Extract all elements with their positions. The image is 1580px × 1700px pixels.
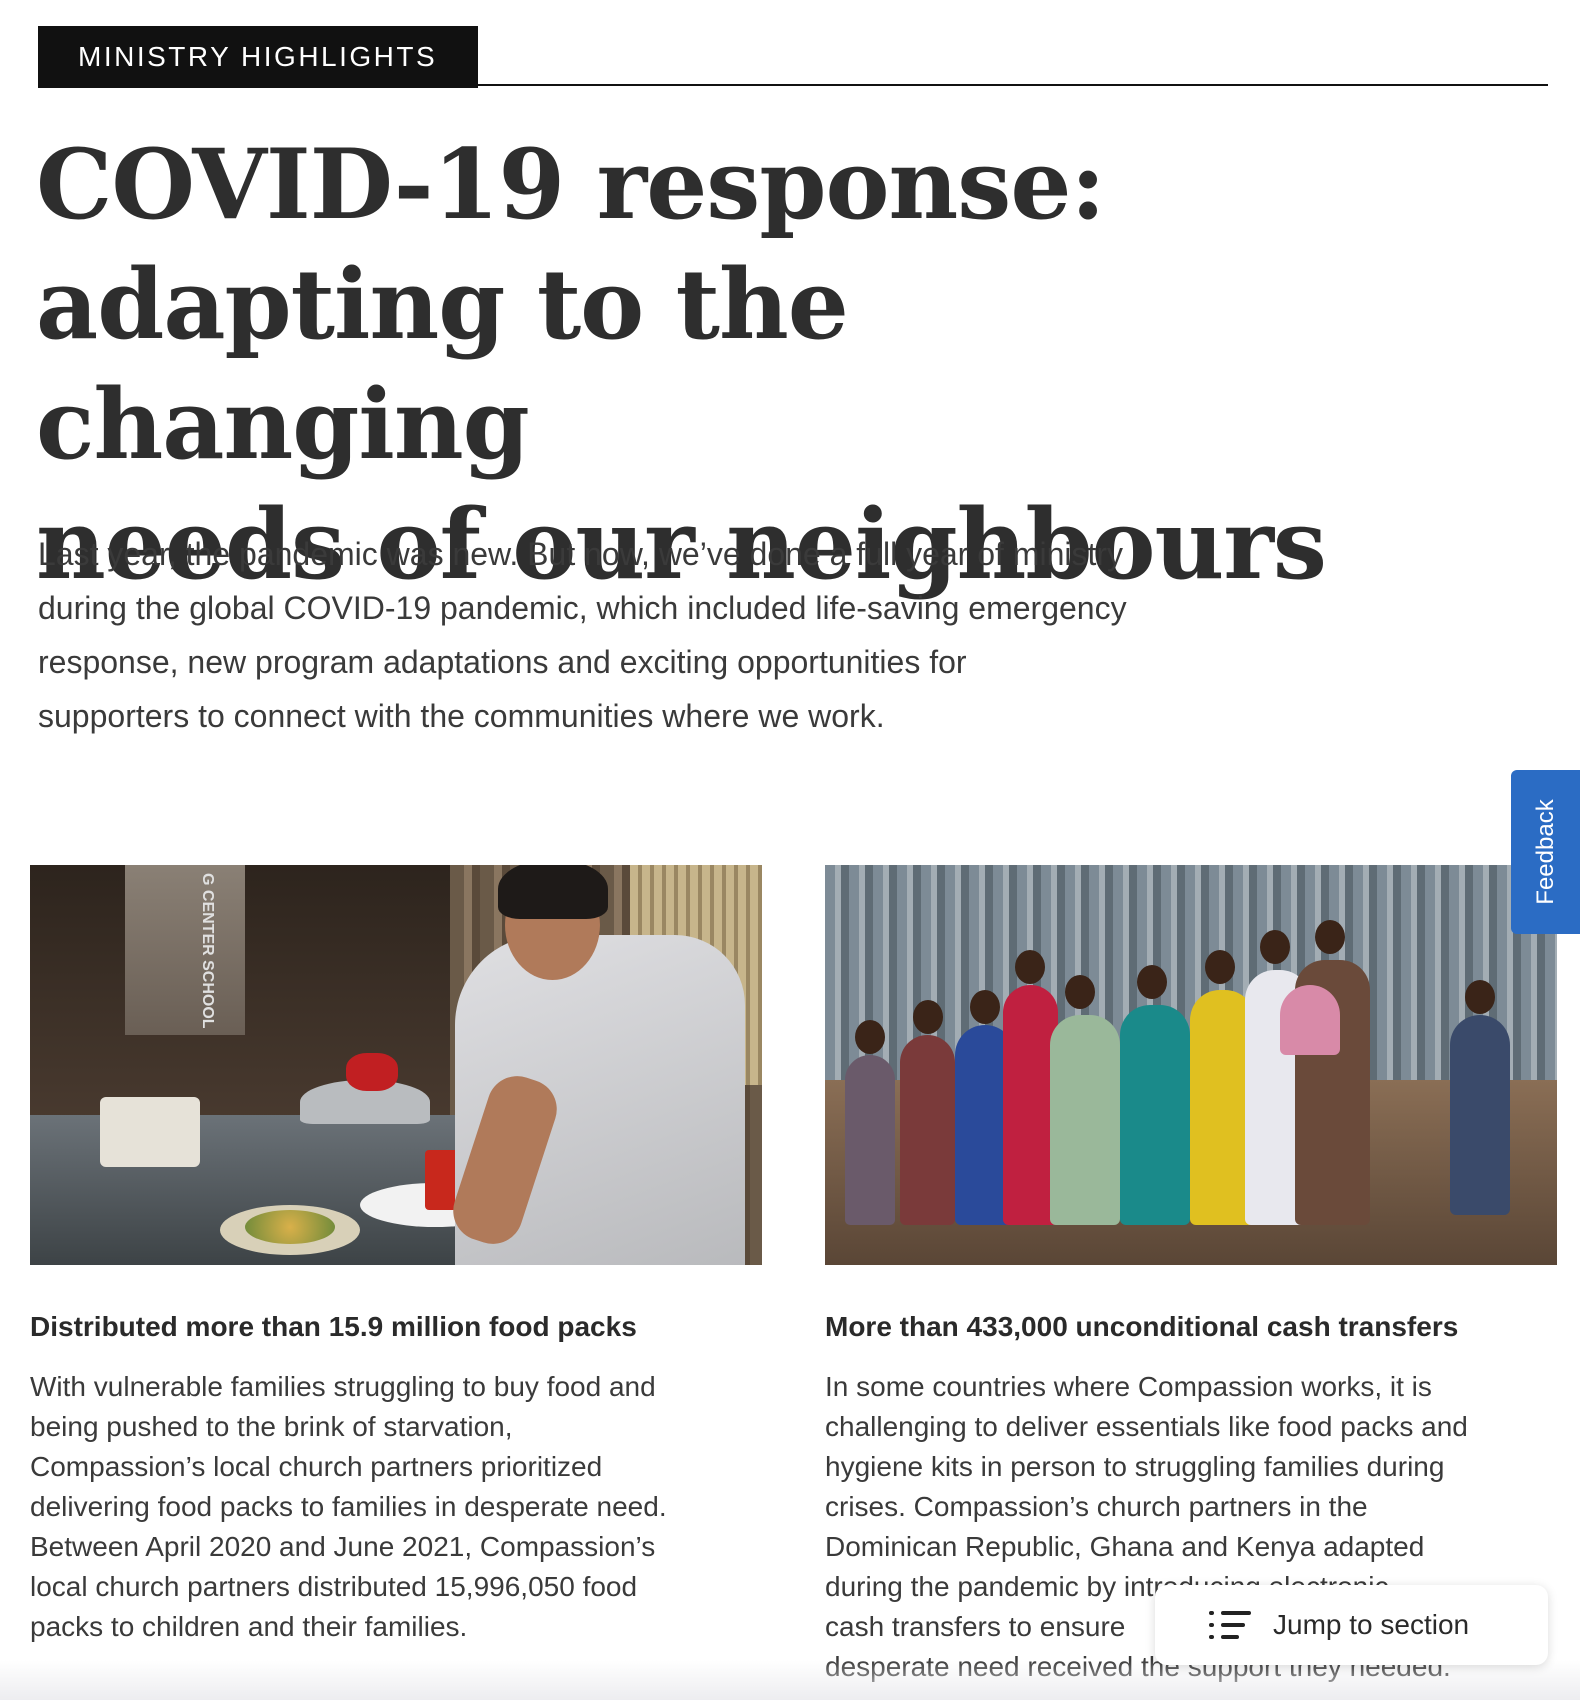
divider	[478, 84, 1548, 86]
card-heading: Distributed more than 15.9 million food …	[30, 1311, 637, 1342]
card-body: With vulnerable families struggling to b…	[30, 1367, 762, 1647]
intro-line: during the global COVID-19 pandemic, whi…	[38, 590, 1127, 626]
intro-line: response, new program adaptations and ex…	[38, 644, 967, 680]
section-label: MINISTRY HIGHLIGHTS	[38, 26, 478, 88]
card-body-line: Dominican Republic, Ghana and Kenya adap…	[825, 1531, 1425, 1562]
feedback-tab[interactable]: Feedback	[1511, 770, 1580, 934]
jump-to-section-label: Jump to section	[1273, 1609, 1470, 1640]
photo-sign-text: G CENTER SCHOOL	[199, 873, 216, 1029]
list-icon	[1209, 1609, 1251, 1641]
card-body-line: crises. Compassion’s church partners in …	[825, 1491, 1368, 1522]
section-label-row: MINISTRY HIGHLIGHTS	[38, 26, 1548, 88]
feedback-label: Feedback	[1531, 799, 1559, 905]
card-body-line: With vulnerable families struggling to b…	[30, 1371, 656, 1402]
intro-paragraph: Last year, the pandemic was new. But now…	[38, 527, 1338, 743]
intro-line: supporters to connect with the communiti…	[38, 698, 885, 734]
card-body-line: hygiene kits in person to struggling fam…	[825, 1451, 1445, 1482]
card-body-line: local church partners distributed 15,996…	[30, 1571, 638, 1602]
card-body-line: packs to children and their families.	[30, 1611, 468, 1642]
card-body-line: Between April 2020 and June 2021, Compas…	[30, 1531, 656, 1562]
card-body-line: delivering food packs to families in des…	[30, 1491, 667, 1522]
photo-group-of-children	[825, 865, 1557, 1265]
photo-woman-cooking: G CENTER SCHOOL	[30, 865, 762, 1265]
highlight-card-food-packs: G CENTER SCHOOL Distributed more than 15…	[30, 865, 762, 1647]
highlight-card-cash-transfers: More than 433,000 unconditional cash tra…	[825, 865, 1557, 1687]
intro-line: Last year, the pandemic was new. But now…	[38, 536, 1124, 572]
card-body-line: being pushed to the brink of starvation,	[30, 1411, 513, 1442]
jump-to-section-button[interactable]: Jump to section	[1155, 1585, 1548, 1665]
title-line: adapting to the changing	[36, 248, 849, 481]
title-line: COVID-19 response:	[36, 128, 1106, 241]
card-body-line: In some countries where Compassion works…	[825, 1371, 1432, 1402]
card-heading: More than 433,000 unconditional cash tra…	[825, 1311, 1459, 1342]
card-body-line: Compassion’s local church partners prior…	[30, 1451, 603, 1482]
bottom-fade	[0, 1660, 1580, 1700]
card-body-line: challenging to deliver essentials like f…	[825, 1411, 1468, 1442]
